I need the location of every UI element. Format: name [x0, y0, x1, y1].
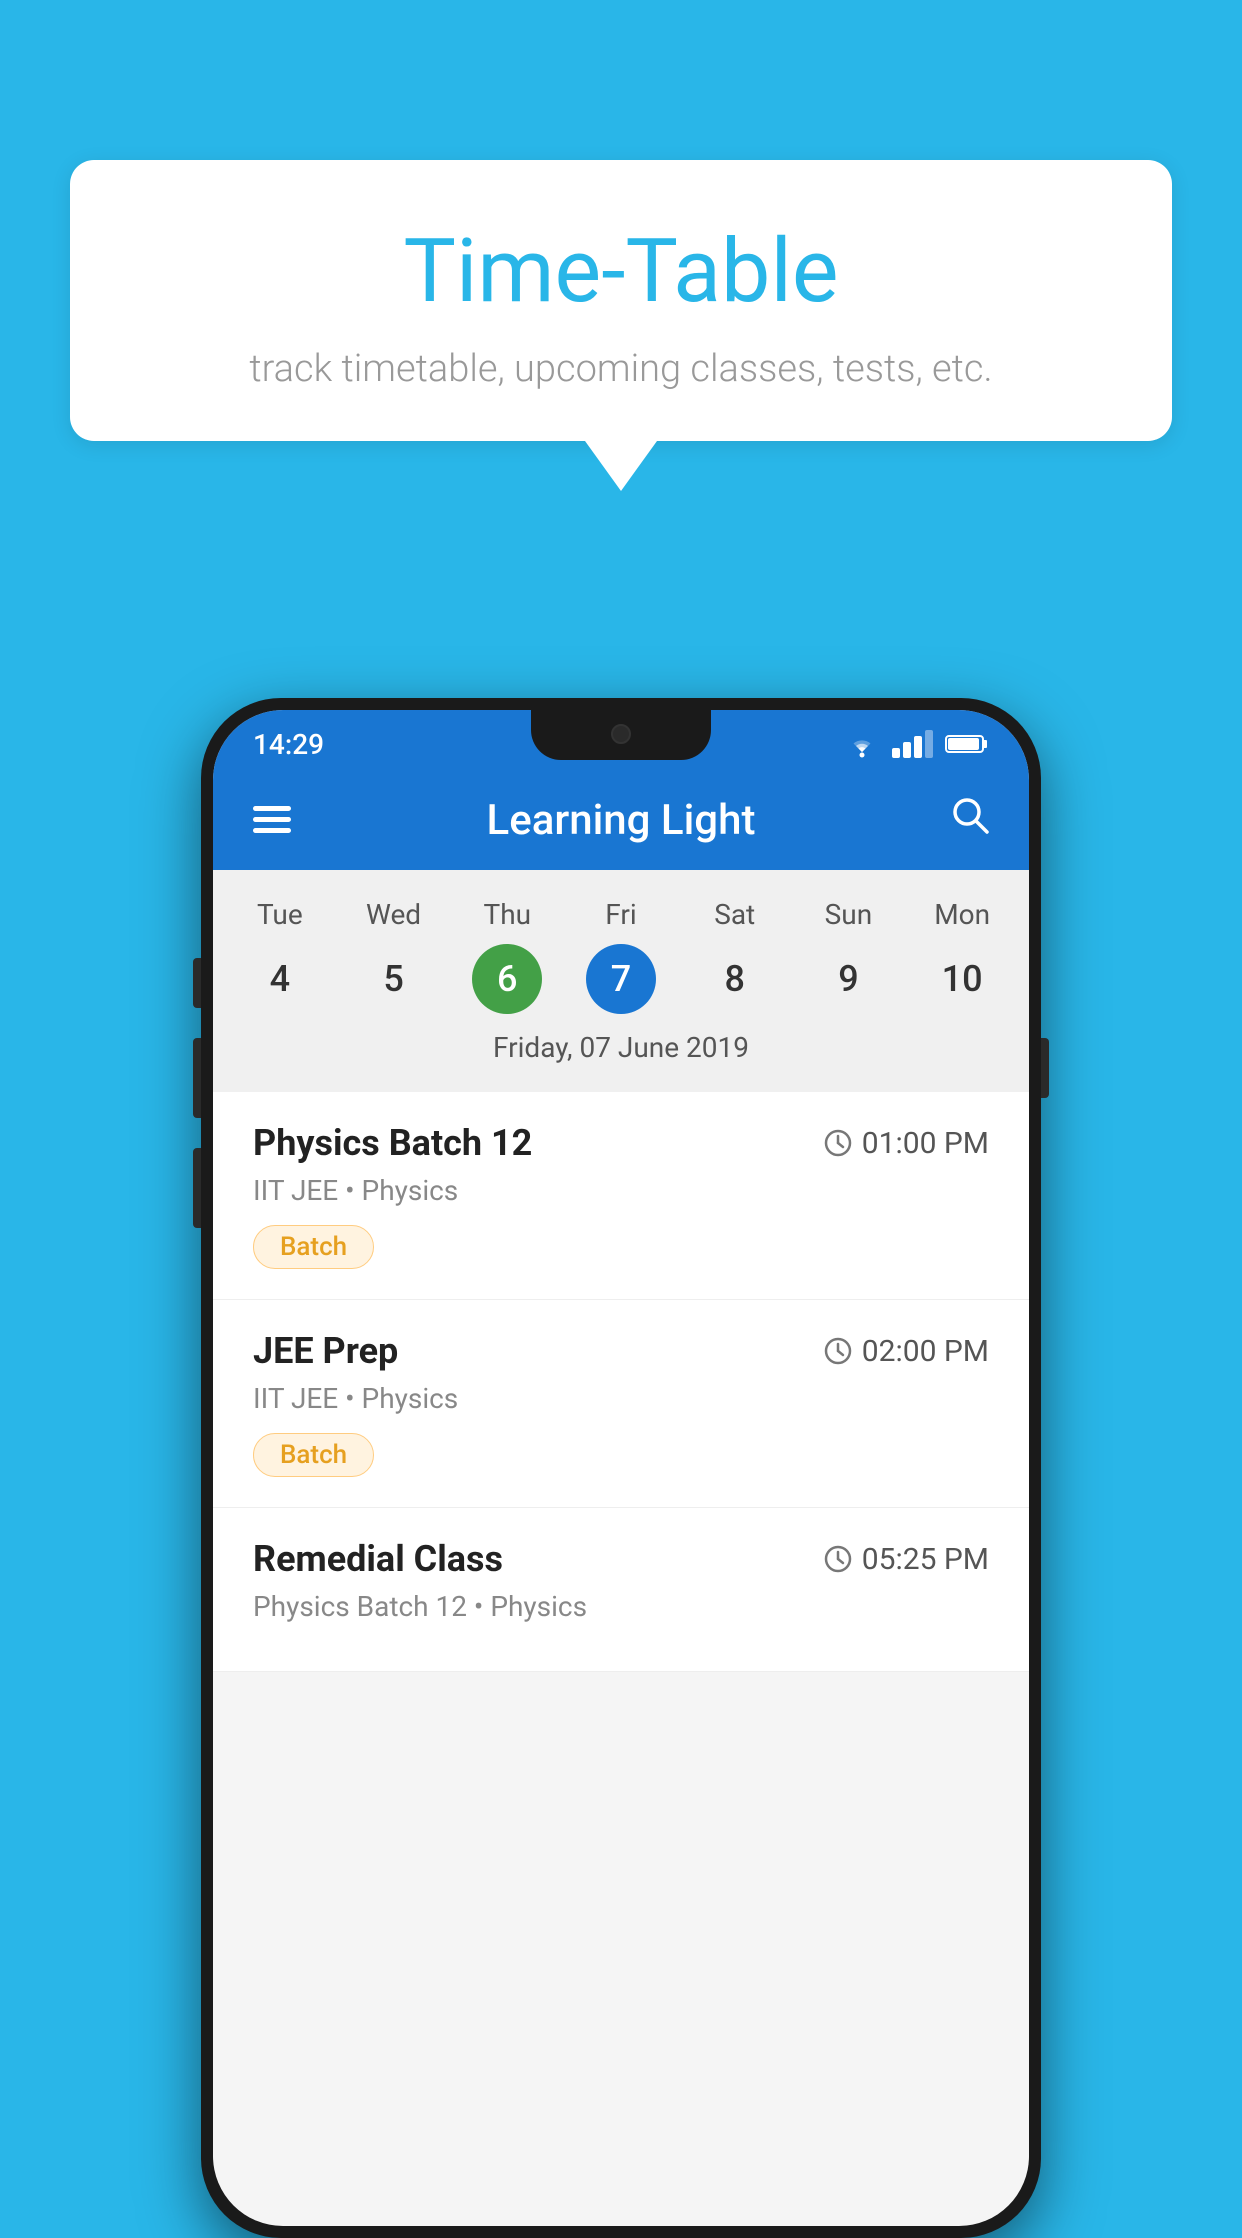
- status-time: 14:29: [253, 728, 324, 761]
- day-mon: Mon: [905, 890, 1019, 939]
- batch-badge-2: Batch: [253, 1433, 374, 1477]
- search-button[interactable]: [951, 796, 989, 844]
- date-7-selected[interactable]: 7: [586, 944, 656, 1014]
- power-button: [1041, 1038, 1049, 1098]
- date-9[interactable]: 9: [792, 939, 906, 1019]
- speech-bubble-subtitle: track timetable, upcoming classes, tests…: [130, 347, 1112, 391]
- front-camera: [611, 724, 631, 744]
- selected-date-label: Friday, 07 June 2019: [213, 1019, 1029, 1082]
- day-fri: Fri: [564, 890, 678, 939]
- date-4[interactable]: 4: [223, 939, 337, 1019]
- phone-screen: 14:29: [213, 710, 1029, 2226]
- schedule-item-3-subtitle: Physics Batch 12 • Physics: [253, 1590, 989, 1623]
- volume-down-button: [193, 1038, 201, 1118]
- schedule-item-1-subtitle: IIT JEE • Physics: [253, 1174, 989, 1207]
- date-5[interactable]: 5: [337, 939, 451, 1019]
- schedule-item-2-title: JEE Prep: [253, 1330, 398, 1372]
- date-8[interactable]: 8: [678, 939, 792, 1019]
- wifi-icon: [844, 730, 880, 758]
- clock-icon-2: [824, 1337, 852, 1365]
- speech-bubble: Time-Table track timetable, upcoming cla…: [70, 160, 1172, 441]
- signal-icon: [892, 730, 933, 758]
- speech-bubble-title: Time-Table: [130, 220, 1112, 323]
- day-labels: Tue Wed Thu Fri Sat Sun Mon: [213, 890, 1029, 939]
- schedule-item-3-time: 05:25 PM: [824, 1542, 989, 1577]
- calendar-section: Tue Wed Thu Fri Sat Sun Mon 4 5 6 7 8 9 …: [213, 870, 1029, 1092]
- batch-badge-1: Batch: [253, 1225, 374, 1269]
- schedule-item-3[interactable]: Remedial Class 05:25 PM Physics Batch 12…: [213, 1508, 1029, 1672]
- volume-up-button: [193, 958, 201, 1008]
- phone-frame: 14:29: [201, 698, 1041, 2238]
- status-icons: [844, 730, 989, 758]
- silent-button: [193, 1148, 201, 1228]
- speech-bubble-container: Time-Table track timetable, upcoming cla…: [70, 160, 1172, 491]
- phone-notch: [531, 710, 711, 760]
- speech-bubble-arrow: [585, 441, 657, 491]
- schedule-item-2-time: 02:00 PM: [824, 1334, 989, 1369]
- day-sun: Sun: [792, 890, 906, 939]
- clock-icon: [824, 1129, 852, 1157]
- day-numbers: 4 5 6 7 8 9 10: [213, 939, 1029, 1019]
- date-10[interactable]: 10: [905, 939, 1019, 1019]
- schedule-item-1-title: Physics Batch 12: [253, 1122, 532, 1164]
- schedule-item-2-subtitle: IIT JEE • Physics: [253, 1382, 989, 1415]
- day-tue: Tue: [223, 890, 337, 939]
- clock-icon-3: [824, 1545, 852, 1573]
- schedule-item-1[interactable]: Physics Batch 12 01:00 PM IIT JEE • Phys…: [213, 1092, 1029, 1300]
- menu-icon[interactable]: [253, 797, 291, 844]
- app-title: Learning Light: [487, 796, 756, 845]
- schedule-item-3-title: Remedial Class: [253, 1538, 503, 1580]
- schedule-list: Physics Batch 12 01:00 PM IIT JEE • Phys…: [213, 1092, 1029, 1672]
- schedule-item-2-header: JEE Prep 02:00 PM: [253, 1330, 989, 1372]
- schedule-item-1-header: Physics Batch 12 01:00 PM: [253, 1122, 989, 1164]
- app-bar: Learning Light: [213, 770, 1029, 870]
- day-sat: Sat: [678, 890, 792, 939]
- day-wed: Wed: [337, 890, 451, 939]
- schedule-item-3-header: Remedial Class 05:25 PM: [253, 1538, 989, 1580]
- date-6-today[interactable]: 6: [472, 944, 542, 1014]
- schedule-item-2[interactable]: JEE Prep 02:00 PM IIT JEE • Physics Batc…: [213, 1300, 1029, 1508]
- battery-icon: [945, 733, 989, 755]
- schedule-item-1-time: 01:00 PM: [824, 1126, 989, 1161]
- day-thu: Thu: [450, 890, 564, 939]
